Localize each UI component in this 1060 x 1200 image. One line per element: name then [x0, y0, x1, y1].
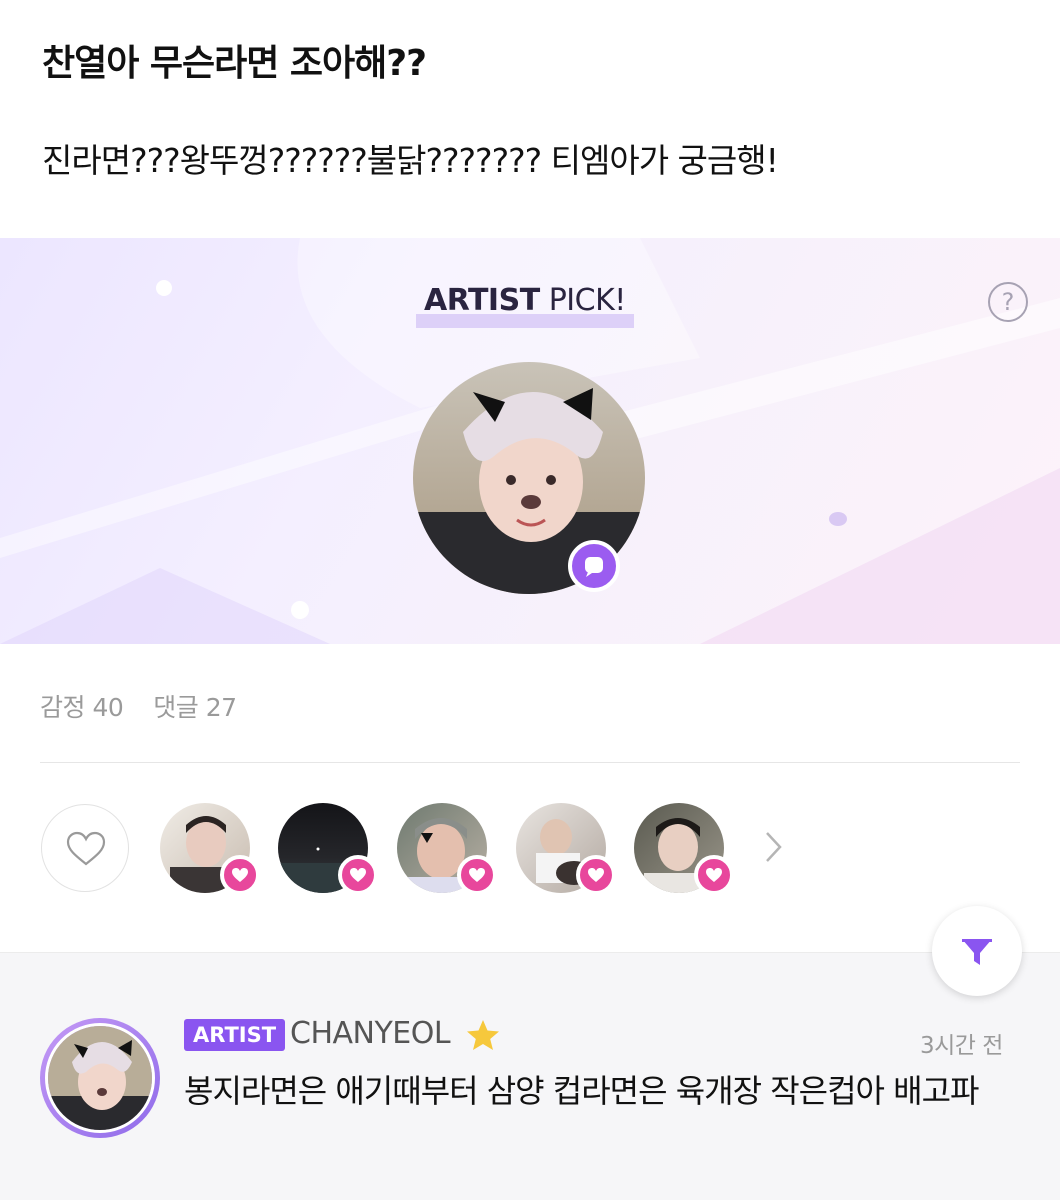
profile-photo [48, 1026, 152, 1130]
emotion-count[interactable]: 감정 40 [40, 693, 124, 722]
chat-bubble-icon[interactable] [568, 540, 620, 592]
reactor-avatar[interactable] [160, 803, 260, 895]
reactor-avatar[interactable] [278, 803, 378, 895]
heart-icon [220, 855, 260, 895]
post-title: 찬열아 무슨라면 조아해?? [42, 43, 427, 84]
comment-author-name[interactable]: CHANYEOL [290, 1016, 451, 1051]
like-button[interactable] [41, 804, 129, 892]
reactor-avatar[interactable] [516, 803, 616, 895]
post-stats: 감정 40 댓글 27 [40, 688, 267, 724]
artist-pick-title-regular: PICK! [539, 283, 627, 318]
filter-button[interactable] [932, 906, 1022, 996]
post-body: 진라면???왕뚜껑??????불닭??????? 티엠아가 궁금행! [42, 141, 779, 180]
heart-icon [694, 855, 734, 895]
reactor-avatar[interactable] [397, 803, 497, 895]
heart-icon [338, 855, 378, 895]
artist-pick-title: ARTIST PICK! [416, 284, 634, 328]
comment-timestamp: 3시간 전 [920, 1033, 1003, 1059]
divider [40, 762, 1020, 763]
artist-pick-title-bold: ARTIST [424, 283, 540, 318]
comment-text: 봉지라면은 애기때부터 삼양 컵라면은 육개장 작은컵아 배고파 [184, 1072, 979, 1110]
chevron-right-icon[interactable] [764, 830, 784, 864]
artist-badge: ARTIST [184, 1019, 286, 1051]
funnel-icon [962, 939, 992, 965]
comment-count[interactable]: 댓글 27 [153, 693, 237, 722]
comment-author-avatar[interactable] [40, 1018, 160, 1138]
help-button[interactable]: ? [988, 282, 1028, 322]
heart-icon [457, 855, 497, 895]
heart-outline-icon [66, 831, 106, 866]
star-icon [467, 1020, 499, 1050]
reactor-avatar[interactable] [634, 803, 734, 895]
heart-icon [576, 855, 616, 895]
